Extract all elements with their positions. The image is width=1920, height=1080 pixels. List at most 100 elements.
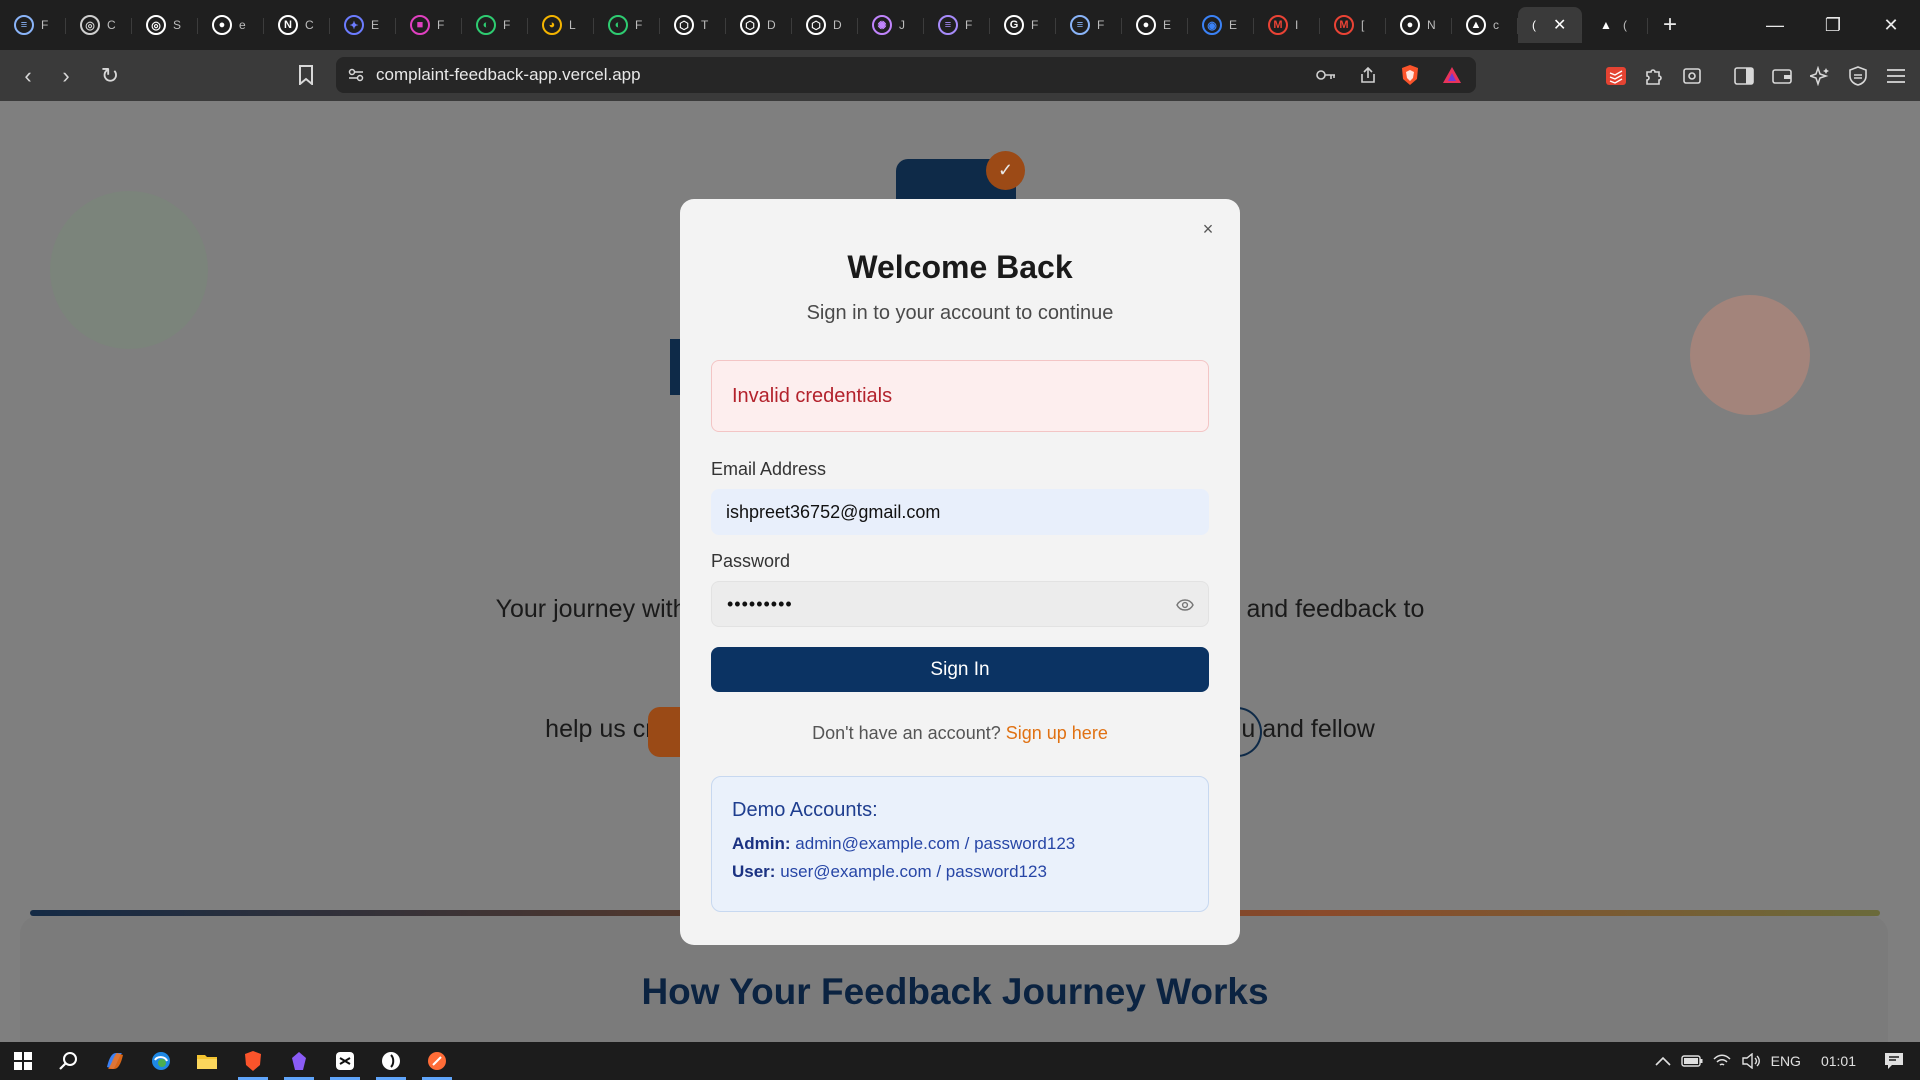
window-close-button[interactable]: ✕	[1862, 0, 1920, 50]
reload-button[interactable]: ↻	[92, 58, 128, 94]
email-value: ishpreet36752@gmail.com	[726, 501, 941, 522]
bird-icon: ✦	[344, 15, 364, 35]
copilot-icon[interactable]	[92, 1042, 138, 1080]
app-icon[interactable]	[368, 1042, 414, 1080]
url-text: complaint-feedback-app.vercel.app	[376, 65, 641, 84]
sidebar-icon[interactable]	[1730, 66, 1758, 85]
tab-title: D	[767, 18, 776, 32]
email-field[interactable]: ishpreet36752@gmail.com	[711, 489, 1209, 535]
wallet-icon[interactable]	[1768, 67, 1796, 85]
tab-strip: ≡ F ◎ C ◎ S ● e N C ✦ E ■ F ◐ F ◕ L ◐ F ⬡ T ⬡ D ⬡ D ✺ J ≡ F G F ≡ F ● E ◉ E M I…	[0, 0, 1920, 50]
forward-button[interactable]: ›	[48, 58, 84, 94]
tab-active[interactable]: ( ✕	[1518, 7, 1582, 43]
tab-item[interactable]: ✺ J	[858, 7, 924, 43]
tab-item[interactable]: ◎ S	[132, 7, 198, 43]
notification-icon[interactable]	[1884, 1052, 1904, 1070]
site-settings-icon[interactable]	[336, 67, 376, 83]
chat-icon: ■	[410, 15, 430, 35]
sign-in-button[interactable]: Sign In	[711, 647, 1209, 692]
openai-icon: ◎	[146, 15, 166, 35]
modal-subtitle: Sign in to your account to continue	[806, 302, 1114, 324]
tab-item[interactable]: ■ F	[396, 7, 462, 43]
tab-item[interactable]: ≡ F	[924, 7, 990, 43]
share-icon[interactable]	[1354, 66, 1382, 84]
tab-item[interactable]: ⬡ D	[792, 7, 858, 43]
notion-icon: N	[278, 15, 298, 35]
battery-icon[interactable]	[1680, 1055, 1703, 1067]
language-indicator[interactable]: ENG	[1771, 1053, 1801, 1069]
tab-item[interactable]: ● E	[1122, 7, 1188, 43]
search-icon[interactable]	[46, 1042, 92, 1080]
volume-icon[interactable]	[1741, 1053, 1761, 1069]
tab-item[interactable]: ▲ c	[1452, 7, 1518, 43]
vpn-shield-icon[interactable]	[1844, 65, 1872, 86]
close-icon[interactable]: ×	[1196, 217, 1220, 241]
tab-item[interactable]: ◕ L	[528, 7, 594, 43]
triangle-icon: ▲	[1600, 18, 1612, 32]
demo-admin-label: Admin:	[732, 834, 791, 853]
tab-title: L	[569, 18, 576, 32]
tab-item[interactable]: NC	[264, 7, 330, 43]
gmail-icon: M	[1268, 15, 1288, 35]
tab-title: (	[1623, 18, 1627, 32]
tab-item[interactable]: ✦ E	[330, 7, 396, 43]
bookmark-icon[interactable]	[288, 57, 324, 93]
tab-item[interactable]: ● e	[198, 7, 264, 43]
screenshot-icon[interactable]	[1678, 66, 1706, 86]
gmail-icon: M	[1334, 15, 1354, 35]
puzzle-icon[interactable]	[1640, 66, 1668, 86]
tab-item[interactable]: ▲ (	[1582, 7, 1648, 43]
tab-item[interactable]: ● N	[1386, 7, 1452, 43]
github-icon: ●	[212, 15, 232, 35]
tab-item[interactable]: ◐ F	[594, 7, 660, 43]
tab-item[interactable]: ◉ E	[1188, 7, 1254, 43]
tab-title: D	[833, 18, 842, 32]
tab-item[interactable]: ≡ F	[1056, 7, 1122, 43]
tab-title: [	[1361, 18, 1365, 32]
capcut-icon[interactable]	[322, 1042, 368, 1080]
clock[interactable]: 01:01	[1821, 1053, 1856, 1069]
error-alert: Invalid credentials	[711, 360, 1209, 432]
section-title: How Your Feedback Journey Works	[641, 971, 1269, 1012]
menu-icon[interactable]	[1882, 68, 1910, 84]
back-button[interactable]: ‹	[10, 58, 46, 94]
tab-item[interactable]: ⬡ D	[726, 7, 792, 43]
tab-item[interactable]: ≡ F	[0, 7, 66, 43]
tab-item[interactable]: ◎ C	[66, 7, 132, 43]
key-icon[interactable]	[1312, 68, 1340, 82]
browser-toolbar: ‹ › ↻ complaint-feedback-app.vercel.app	[0, 50, 1920, 101]
demo-user-credentials: user@example.com / password123	[780, 862, 1047, 881]
signup-prompt: Don't have an account?	[812, 723, 1001, 743]
doc-icon: ≡	[1070, 15, 1090, 35]
tab-item[interactable]: ◐ F	[462, 7, 528, 43]
tab-item[interactable]: MI	[1254, 7, 1320, 43]
close-icon[interactable]: ✕	[1553, 15, 1566, 35]
tab-item[interactable]: M[	[1320, 7, 1386, 43]
signup-link[interactable]: Sign up here	[1006, 723, 1108, 743]
tab-item[interactable]: ⬡ T	[660, 7, 726, 43]
brave-rewards-icon[interactable]	[1438, 66, 1466, 84]
new-tab-button[interactable]: +	[1648, 7, 1692, 43]
github-icon: ●	[1136, 15, 1156, 35]
brave-shield-icon[interactable]	[1396, 64, 1424, 86]
address-bar[interactable]: complaint-feedback-app.vercel.app	[336, 57, 1476, 93]
password-field[interactable]: •••••••••	[711, 581, 1209, 627]
spinner-icon: ✺	[872, 15, 892, 35]
tab-title: C	[107, 18, 116, 32]
edge-icon[interactable]	[138, 1042, 184, 1080]
brave-taskbar-icon[interactable]	[230, 1042, 276, 1080]
postman-icon[interactable]	[414, 1042, 460, 1080]
eye-icon[interactable]	[1174, 594, 1196, 616]
todoist-icon[interactable]	[1602, 66, 1630, 85]
file-explorer-icon[interactable]	[184, 1042, 230, 1080]
chevron-up-icon[interactable]	[1655, 1056, 1671, 1066]
leo-ai-icon[interactable]	[1806, 65, 1834, 86]
github-icon: ●	[1400, 15, 1420, 35]
restore-button[interactable]: ❐	[1804, 0, 1862, 50]
tab-item[interactable]: GF	[990, 7, 1056, 43]
demo-accounts-title: Demo Accounts:	[732, 799, 878, 821]
wifi-icon[interactable]	[1713, 1054, 1731, 1068]
start-icon[interactable]	[0, 1042, 46, 1080]
obsidian-icon[interactable]	[276, 1042, 322, 1080]
minimize-button[interactable]: —	[1746, 0, 1804, 50]
